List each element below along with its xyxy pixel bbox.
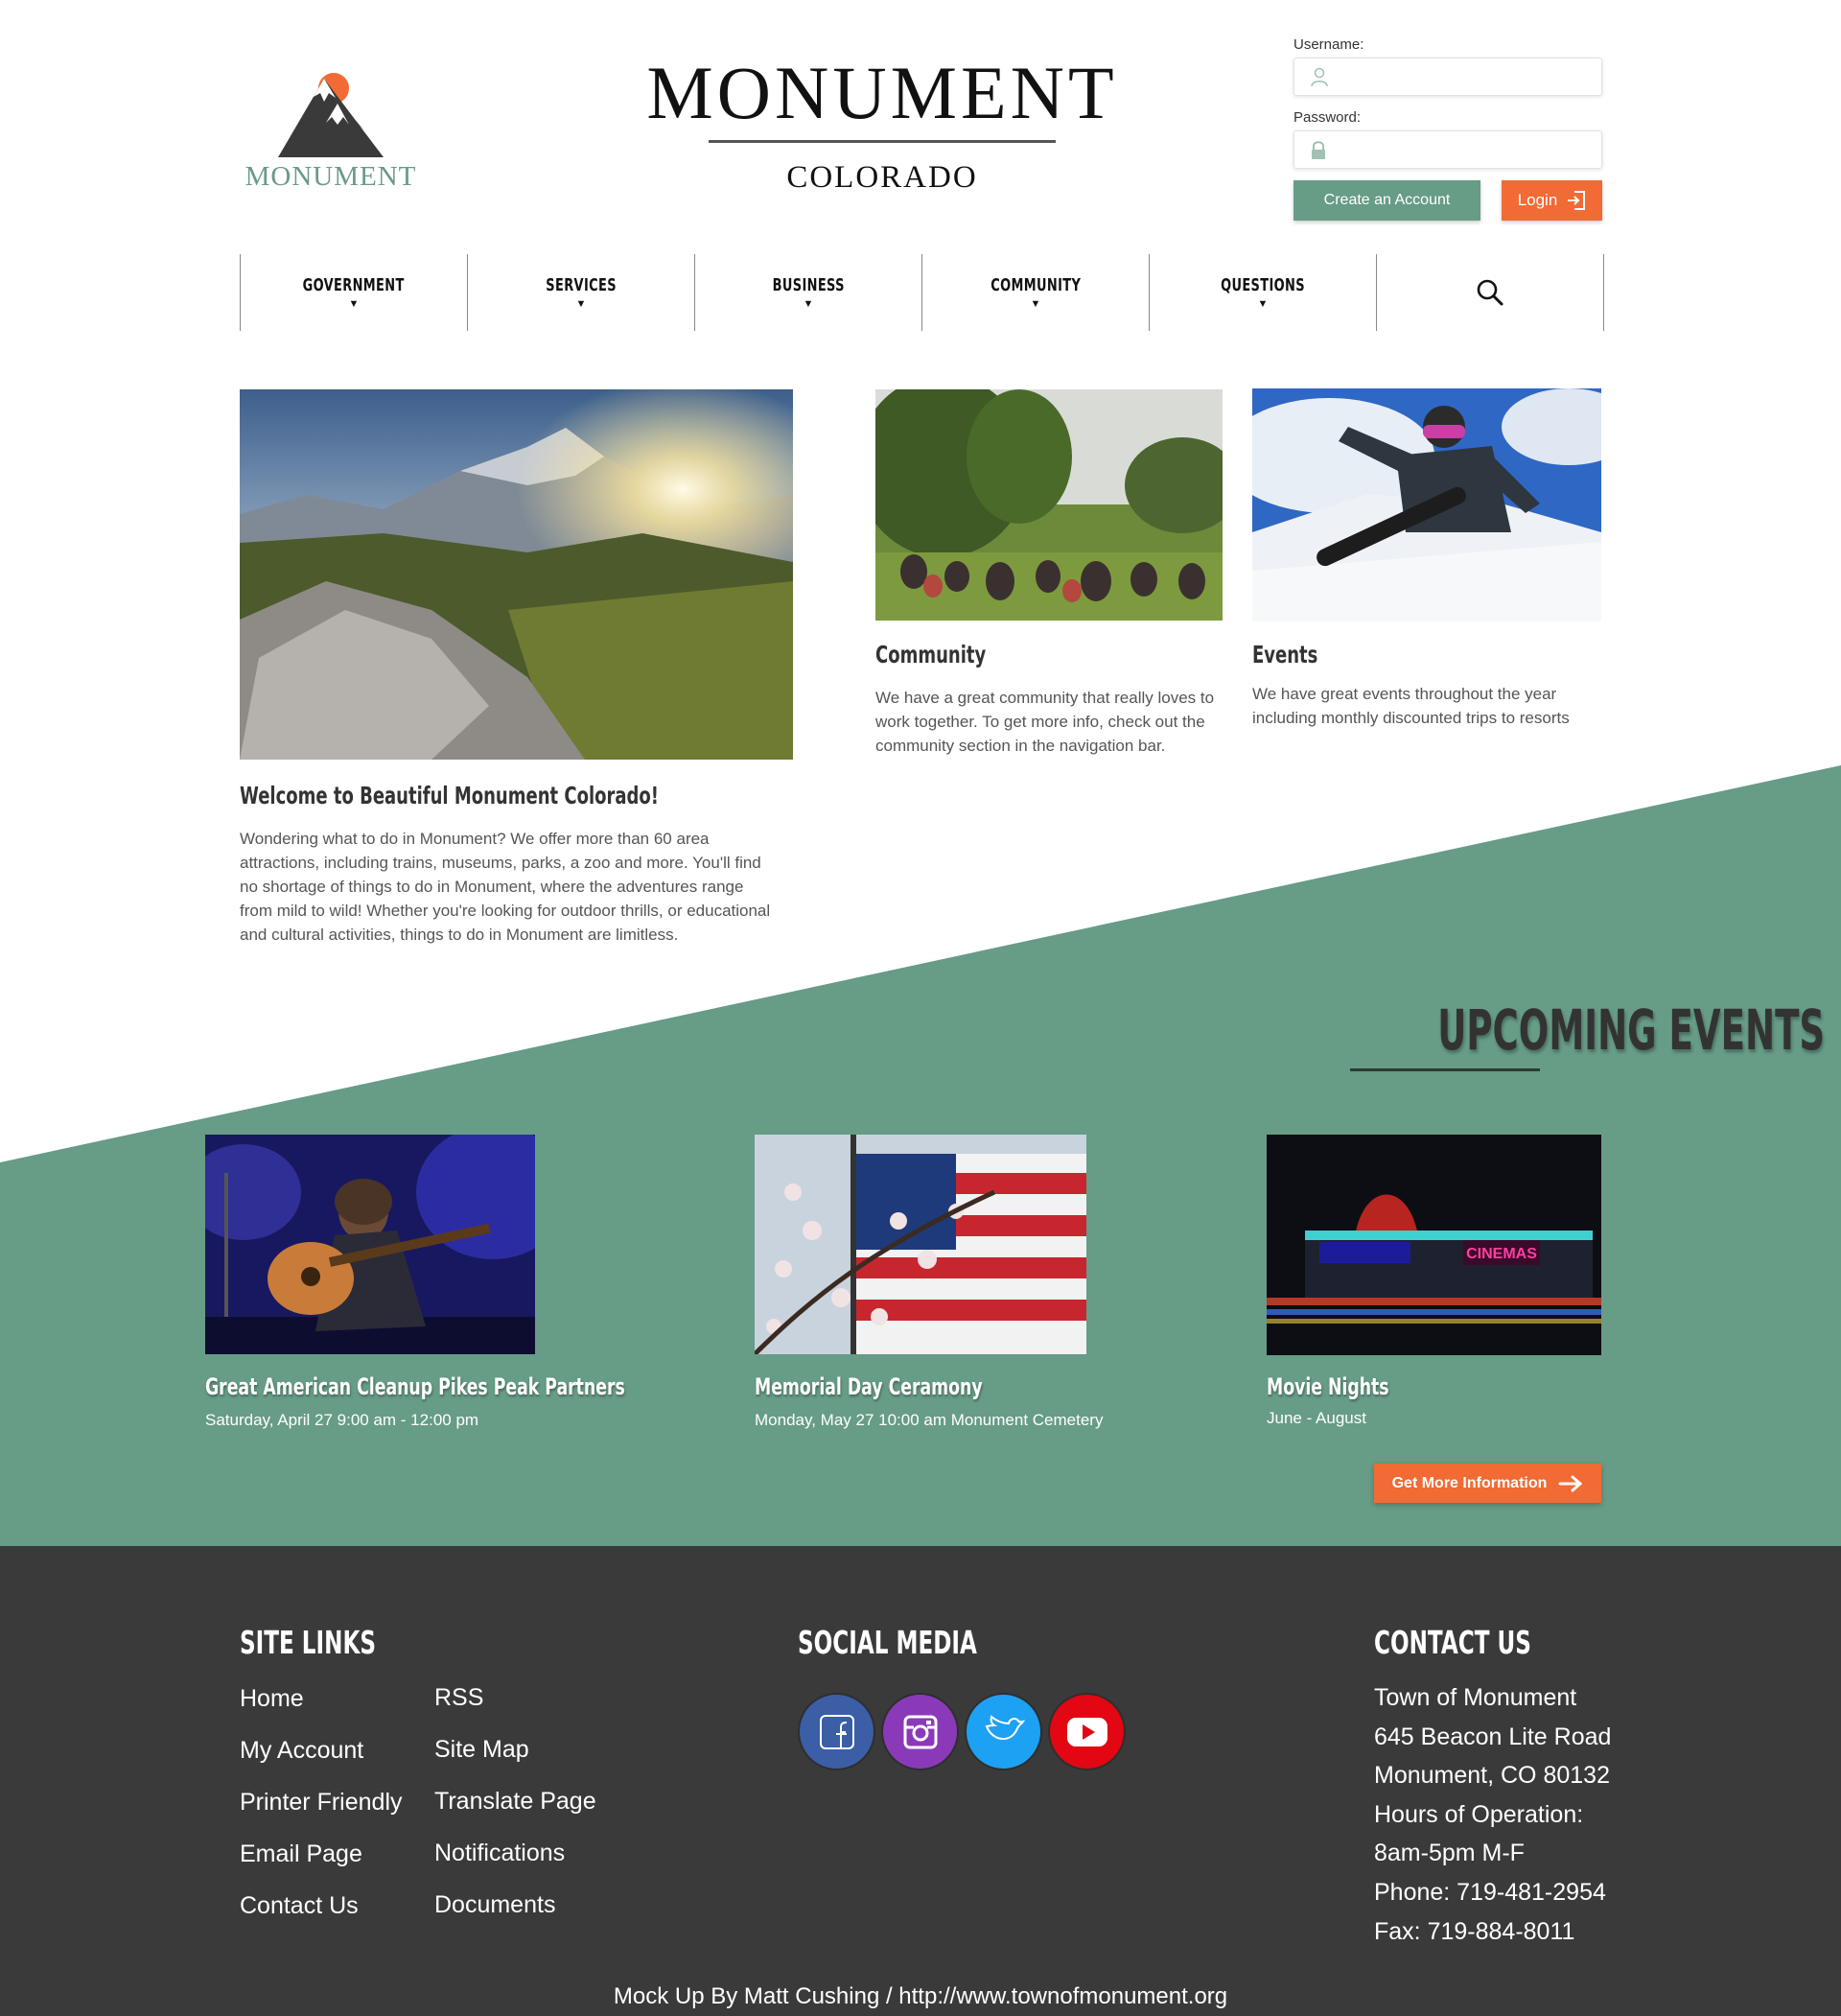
contact-info: Town of Monument 645 Beacon Lite Road Mo… <box>1374 1683 1611 1956</box>
event-guitarist-image[interactable] <box>205 1135 535 1354</box>
username-input[interactable] <box>1339 62 1588 91</box>
nav-item-community[interactable]: COMMUNITY ▼ <box>922 254 1150 331</box>
caret-down-icon: ▼ <box>575 298 587 310</box>
event-date: Saturday, April 27 9:00 am - 12:00 pm <box>205 1411 479 1429</box>
caret-down-icon: ▼ <box>1030 298 1041 310</box>
footer-link[interactable]: My Account <box>240 1736 403 1788</box>
facebook-button[interactable] <box>798 1693 875 1770</box>
events-title[interactable]: Events <box>1252 641 1317 668</box>
nav-label: COMMUNITY <box>990 275 1081 295</box>
social-media-title: SOCIAL MEDIA <box>798 1624 977 1661</box>
event-title[interactable]: Memorial Day Ceramony <box>755 1373 983 1400</box>
logo-text: MONUMENT <box>245 161 417 192</box>
nav-item-government[interactable]: GOVERNMENT ▼ <box>241 254 468 331</box>
community-title[interactable]: Community <box>875 641 986 668</box>
event-cinema-image[interactable]: CINEMAS <box>1267 1135 1601 1355</box>
contact-line: 8am-5pm M-F <box>1374 1840 1525 1867</box>
nav-search-button[interactable] <box>1377 254 1604 331</box>
upcoming-events-title: UPCOMING EVENTS <box>1437 997 1826 1063</box>
community-body: We have a great community that really lo… <box>875 689 1215 755</box>
event-date: June - August <box>1267 1409 1366 1427</box>
nav-label: BUSINESS <box>772 275 845 295</box>
contact-line: Phone: 719-481-2954 <box>1374 1878 1606 1906</box>
site-title: MONUMENT <box>646 51 1118 134</box>
nav-item-business[interactable]: BUSINESS ▼ <box>695 254 922 331</box>
site-logo[interactable]: MONUMENT <box>240 67 422 197</box>
mountain-logo-icon <box>278 73 384 157</box>
search-icon <box>1477 279 1503 306</box>
caret-down-icon: ▼ <box>803 298 814 310</box>
login-button[interactable]: Login <box>1502 180 1602 221</box>
contact-line: 645 Beacon Lite Road <box>1374 1723 1612 1750</box>
sign-in-icon <box>1568 191 1586 210</box>
contact-line: Fax: 719-884-8011 <box>1374 1917 1575 1945</box>
site-links-title: SITE LINKS <box>240 1624 377 1661</box>
facebook-icon <box>819 1714 854 1749</box>
main-nav: GOVERNMENT ▼ SERVICES ▼ BUSINESS ▼ COMMU… <box>240 254 1604 331</box>
lock-icon <box>1312 141 1325 159</box>
title-divider <box>709 140 1056 143</box>
nav-item-services[interactable]: SERVICES ▼ <box>468 254 695 331</box>
user-icon <box>1311 67 1328 87</box>
password-label: Password: <box>1293 109 1362 126</box>
site-subtitle: COLORADO <box>786 160 978 195</box>
twitter-icon <box>985 1714 1025 1740</box>
welcome-title: Welcome to Beautiful Monument Colorado! <box>240 782 659 809</box>
caret-down-icon: ▼ <box>1257 298 1269 310</box>
twitter-button[interactable] <box>965 1693 1042 1770</box>
social-links <box>798 1693 1126 1770</box>
contact-line: Hours of Operation: <box>1374 1800 1584 1828</box>
footer-link[interactable]: Notifications <box>434 1839 596 1890</box>
site-brand: MONUMENT COLORADO <box>633 50 1131 196</box>
nav-label: SERVICES <box>546 275 617 295</box>
login-form: Username: Password: Create an Account Lo… <box>1293 36 1602 223</box>
footer-link[interactable]: Contact Us <box>240 1891 403 1943</box>
instagram-icon <box>903 1715 937 1748</box>
site-links-col-2: RSS Site Map Translate Page Notification… <box>434 1683 596 1942</box>
footer-link[interactable]: Site Map <box>434 1735 596 1787</box>
instagram-button[interactable] <box>881 1693 959 1770</box>
username-field-wrapper <box>1293 58 1602 96</box>
login-buttons: Create an Account Login <box>1293 180 1602 223</box>
cinema-sign: CINEMAS <box>1466 1246 1537 1262</box>
events-body: We have great events throughout the year… <box>1252 685 1570 727</box>
caret-down-icon: ▼ <box>348 298 360 310</box>
get-more-information-button[interactable]: Get More Information <box>1374 1464 1601 1503</box>
footer-credit: Mock Up By Matt Cushing / http://www.tow… <box>613 1983 1228 2009</box>
event-flag-image[interactable] <box>755 1135 1086 1354</box>
site-links-col-1: Home My Account Printer Friendly Email P… <box>240 1684 403 1943</box>
park-gathering-image <box>875 389 1223 621</box>
contact-us-title: CONTACT US <box>1374 1624 1531 1661</box>
upcoming-events-heading: UPCOMING EVENTS <box>1220 997 1825 1071</box>
nav-item-questions[interactable]: QUESTIONS ▼ <box>1150 254 1377 331</box>
footer-link[interactable]: Email Page <box>240 1840 403 1891</box>
youtube-button[interactable] <box>1048 1693 1126 1770</box>
more-button-label: Get More Information <box>1391 1474 1548 1491</box>
footer-link[interactable]: Printer Friendly <box>240 1788 403 1840</box>
event-title[interactable]: Movie Nights <box>1267 1373 1389 1400</box>
arrow-right-icon <box>1558 1475 1583 1491</box>
create-account-button[interactable]: Create an Account <box>1293 180 1480 221</box>
contact-line: Town of Monument <box>1374 1684 1577 1711</box>
footer-link[interactable]: Documents <box>434 1890 596 1942</box>
mountain-sunset-image <box>240 389 793 760</box>
upcoming-divider <box>1350 1068 1540 1071</box>
footer-link[interactable]: Home <box>240 1684 403 1736</box>
footer-link[interactable]: RSS <box>434 1683 596 1735</box>
nav-label: GOVERNMENT <box>302 275 406 295</box>
footer-link[interactable]: Translate Page <box>434 1787 596 1839</box>
nav-label: QUESTIONS <box>1221 275 1305 295</box>
event-title[interactable]: Great American Cleanup Pikes Peak Partne… <box>205 1373 625 1400</box>
username-label: Username: <box>1293 36 1364 53</box>
password-field-wrapper <box>1293 130 1602 169</box>
youtube-icon <box>1066 1717 1107 1746</box>
password-input[interactable] <box>1339 135 1588 164</box>
snowboarder-image <box>1252 388 1601 621</box>
event-date: Monday, May 27 10:00 am Monument Cemeter… <box>755 1411 1104 1429</box>
login-button-label: Login <box>1517 191 1558 209</box>
contact-line: Monument, CO 80132 <box>1374 1762 1610 1790</box>
welcome-body: Wondering what to do in Monument? We off… <box>240 830 771 944</box>
